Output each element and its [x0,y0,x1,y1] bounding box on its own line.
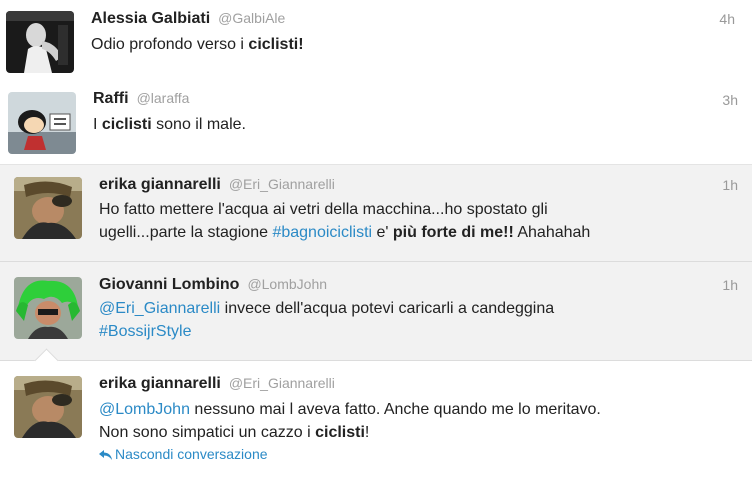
tweet[interactable]: erika giannarelli @Eri_Giannarelli @LombJ… [0,361,752,481]
text-part: I [93,116,102,133]
display-name[interactable]: Alessia Galbiati [91,10,210,27]
display-name[interactable]: erika giannarelli [99,375,221,392]
keyword: ciclisti! [248,36,304,53]
tweet[interactable]: Raffi @laraffa 3h I ciclisti sono il male… [0,82,752,164]
tweet-text: @Eri_Giannarelli invece dell'acqua potev… [99,297,554,343]
text-part: Ho fatto mettere l'acqua ai vetri della … [99,201,548,218]
mention-link[interactable]: @Eri_Giannarelli [99,300,220,317]
keyword: ciclisti [315,424,365,441]
text-part: Ahahahah [513,224,591,241]
tweet-text: @LombJohn nessuno mai l aveva fatto. Anc… [99,398,601,444]
text-line: @Eri_Giannarelli invece dell'acqua potev… [99,297,554,320]
user-handle[interactable]: @Eri_Giannarelli [229,176,335,192]
text-line: ugelli...parte la stagione #bagnoiciclis… [99,221,590,244]
avatar[interactable] [6,11,74,73]
reply-arrow-icon [99,448,115,464]
text-part: ! [364,424,370,441]
tweet-text: I ciclisti sono il male. [93,113,246,136]
avatar[interactable] [14,277,82,339]
hashtag-link[interactable]: #BossijrStyle [99,323,191,340]
timestamp[interactable]: 3h [722,92,738,108]
avatar[interactable] [14,177,82,239]
display-name[interactable]: Giovanni Lombino [99,276,239,293]
user-name[interactable]: Giovanni Lombino @LombJohn [99,276,327,294]
user-handle[interactable]: @laraffa [137,90,190,106]
user-name[interactable]: Alessia Galbiati @GalbiAle [91,10,285,28]
tweet[interactable]: Alessia Galbiati @GalbiAle 4h Odio profon… [0,0,752,82]
text-line: #BossijrStyle [99,320,554,343]
user-name[interactable]: Raffi @laraffa [93,90,189,108]
text-part: sono il male. [151,116,246,133]
user-handle[interactable]: @Eri_Giannarelli [229,375,335,391]
mention-link[interactable]: @LombJohn [99,401,190,418]
tweet-text: Ho fatto mettere l'acqua ai vetri della … [99,198,590,244]
timestamp[interactable]: 1h [722,277,738,293]
text-line: Ho fatto mettere l'acqua ai vetri della … [99,198,590,221]
hide-conversation-link[interactable]: Nascondi conversazione [99,446,268,464]
tweet[interactable]: erika giannarelli @Eri_Giannarelli 1h Ho … [0,164,752,261]
text-part: Odio profondo verso i [91,36,249,53]
timestamp[interactable]: 4h [719,11,735,27]
text-part: e' [372,224,393,241]
text-part: ugelli...parte la stagione [99,224,273,241]
text-part: Non sono simpatici un cazzo i [99,424,316,441]
hide-conversation-label[interactable]: Nascondi conversazione [115,446,268,462]
timestamp[interactable]: 1h [722,177,738,193]
avatar[interactable] [14,376,82,438]
user-handle[interactable]: @GalbiAle [218,10,285,26]
text-line: @LombJohn nessuno mai l aveva fatto. Anc… [99,398,601,421]
display-name[interactable]: erika giannarelli [99,176,221,193]
tweet-text: Odio profondo verso i ciclisti! [91,33,304,56]
user-handle[interactable]: @LombJohn [247,276,327,292]
hashtag-link[interactable]: #bagnoiciclisti [272,224,372,241]
text-line: Non sono simpatici un cazzo i ciclisti! [99,421,601,444]
user-name[interactable]: erika giannarelli @Eri_Giannarelli [99,375,335,393]
keyword: più forte di me!! [392,224,514,241]
text-part: invece dell'acqua potevi caricarli a can… [220,300,555,317]
tweet[interactable]: Giovanni Lombino @LombJohn 1h @Eri_Gianna… [0,261,752,361]
text-part: nessuno mai l aveva fatto. Anche quando … [189,401,601,418]
keyword: ciclisti [101,116,152,133]
user-name[interactable]: erika giannarelli @Eri_Giannarelli [99,176,335,194]
avatar[interactable] [8,92,76,154]
display-name[interactable]: Raffi [93,90,129,107]
